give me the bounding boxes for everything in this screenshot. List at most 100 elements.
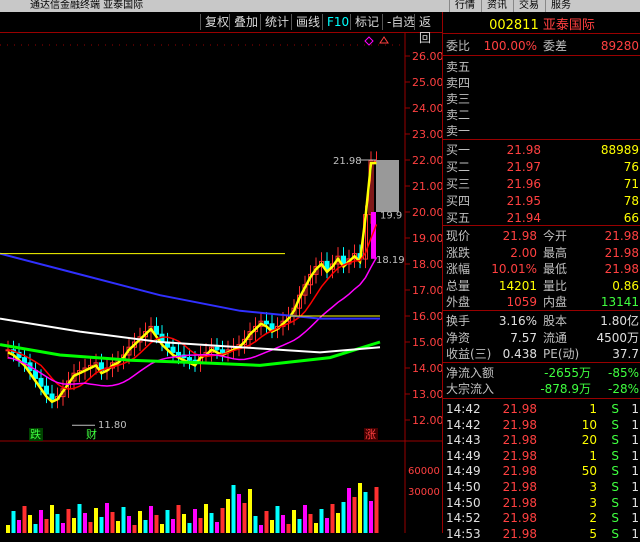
tick-volume: 1 xyxy=(589,402,597,416)
candle-body xyxy=(269,323,275,330)
tick-row[interactable]: 14:52 21.98 2 S 1 xyxy=(443,510,640,526)
volume-bar xyxy=(215,522,219,533)
quote-stat-row: 外盘 1059 内盘 13141 xyxy=(443,294,640,310)
buy-level-1[interactable]: 买二 21.97 76 xyxy=(443,159,640,175)
mark-button[interactable]: 标记 xyxy=(350,14,383,30)
sell-level-4[interactable]: 卖一 xyxy=(443,123,640,139)
tick-row[interactable]: 14:42 21.98 10 S 1 xyxy=(443,417,640,433)
low-price-marker: 11.80 xyxy=(98,420,127,431)
quote-stat-row: 涨幅 10.01% 最低 21.98 xyxy=(443,261,640,277)
tick-volume: 5 xyxy=(589,526,597,541)
overlay-button[interactable]: 叠加 xyxy=(229,14,262,30)
volume-bar xyxy=(352,497,357,533)
tick-row[interactable]: 14:53 21.98 5 S 1 xyxy=(443,526,640,542)
kline-chart[interactable]: 26.00 25.00 24.00 23.00 22.00 21.00 20.00 19.00… xyxy=(0,33,444,533)
volume-bar xyxy=(242,503,247,533)
price-tick-label: 23.00 xyxy=(412,128,442,141)
tick-price: 21.98 xyxy=(502,464,537,479)
menu-trade[interactable]: 交易 xyxy=(513,0,544,12)
window-title: 通达信金融终端 亚泰国际 xyxy=(30,0,144,11)
sell-level-label: 卖三 xyxy=(446,92,471,106)
volume-bar xyxy=(143,520,148,533)
volume-bar xyxy=(259,525,263,533)
price-tick-label: 15.00 xyxy=(412,336,442,349)
stock-name: 亚泰国际 xyxy=(542,18,595,33)
buy-level-0[interactable]: 买一 21.98 88989 xyxy=(443,142,640,158)
menu-news[interactable]: 资讯 xyxy=(481,0,512,12)
tick-time: 14:53 xyxy=(446,526,481,541)
stat-value: 0.438 xyxy=(502,347,537,361)
fundamental-row: 收益(三) 0.438 PE(动) 37.7 xyxy=(443,346,640,362)
tick-row[interactable]: 14:42 21.98 1 S 1 xyxy=(443,401,640,417)
volume-bar xyxy=(55,514,60,533)
price-tick-label: 12.00 xyxy=(412,414,442,427)
fundamental-row: 净资 7.57 流通 4500万 xyxy=(443,330,640,346)
high-price-marker: 21.98 xyxy=(333,156,362,167)
wei-bi-label: 委比 xyxy=(446,39,471,53)
buy-level-3[interactable]: 买四 21.95 78 xyxy=(443,193,640,209)
flow-label: 大宗流入 xyxy=(446,382,495,396)
volume-bar xyxy=(11,511,16,533)
buy-level-volume: 88989 xyxy=(600,143,639,157)
sell-level-label: 卖五 xyxy=(446,60,471,74)
quote-stat-row: 总量 14201 量比 0.86 xyxy=(443,278,640,294)
sell-level-2[interactable]: 卖三 xyxy=(443,91,640,107)
tick-side: S xyxy=(611,402,619,416)
volume-bar xyxy=(88,522,93,533)
candlesticks xyxy=(5,151,399,409)
tick-row[interactable]: 14:50 21.98 3 S 1 xyxy=(443,495,640,511)
stock-code: 002811 xyxy=(489,18,539,33)
menu-service[interactable]: 服务 xyxy=(545,0,576,12)
draw-line-button[interactable]: 画线 xyxy=(291,14,324,30)
volume-bar xyxy=(121,507,126,533)
stat-value: 21.98 xyxy=(604,262,639,276)
tick-time: 14:42 xyxy=(446,417,481,432)
volume-bar xyxy=(193,509,197,533)
price-tick-label: 17.00 xyxy=(412,284,442,297)
volume-bar xyxy=(39,510,43,533)
wei-cha-value: 89280 xyxy=(600,39,639,53)
buy-level-price: 21.96 xyxy=(506,177,541,191)
tick-price: 21.98 xyxy=(502,480,537,494)
tick-count: 1 xyxy=(631,511,639,526)
stat-value: 1059 xyxy=(506,295,537,309)
back-button[interactable]: 返回 xyxy=(414,14,442,45)
title-bar: 通达信金融终端 亚泰国际 行情 资讯 交易 服务 xyxy=(0,0,640,12)
candle-body xyxy=(22,357,27,364)
price-tick-label: 16.00 xyxy=(412,310,442,323)
buy-level-price: 21.97 xyxy=(506,160,541,174)
stat-value: 2.00 xyxy=(510,245,537,260)
menu-quotes[interactable]: 行情 xyxy=(449,0,480,12)
price-range-box xyxy=(376,160,399,212)
tick-count: 1 xyxy=(631,417,639,432)
flow-value: -878.9万 xyxy=(540,382,591,396)
buy-level-label: 买四 xyxy=(446,194,471,208)
flow-percent: -85% xyxy=(607,366,639,380)
kline-chart-svg[interactable]: 26.00 25.00 24.00 23.00 22.00 21.00 20.00 19.00… xyxy=(0,33,444,533)
volume-bar xyxy=(165,510,170,533)
tick-row[interactable]: 14:43 21.98 20 S 1 xyxy=(443,432,640,448)
tick-volume: 20 xyxy=(581,433,597,448)
tick-row[interactable]: 14:49 21.98 50 S 1 xyxy=(443,463,640,479)
f10-button[interactable]: F10 xyxy=(322,14,353,30)
volume-bar xyxy=(171,519,175,533)
tick-price: 21.98 xyxy=(502,526,537,541)
tick-time: 14:50 xyxy=(446,480,481,494)
tick-row[interactable]: 14:50 21.98 3 S 1 xyxy=(443,479,640,495)
triangle-icon xyxy=(379,36,389,44)
tick-row[interactable]: 14:49 21.98 1 S 1 xyxy=(443,448,640,464)
sell-level-0[interactable]: 卖五 xyxy=(443,59,640,75)
volume-bar xyxy=(220,508,225,533)
sell-level-label: 卖二 xyxy=(446,108,471,122)
buy-level-label: 买三 xyxy=(446,177,471,191)
volume-bar xyxy=(94,508,98,533)
buy-level-4[interactable]: 买五 21.94 66 xyxy=(443,210,640,226)
volume-bar xyxy=(6,525,10,533)
sell-level-3[interactable]: 卖二 xyxy=(443,107,640,123)
tick-side: S xyxy=(611,526,619,541)
sell-level-1[interactable]: 卖四 xyxy=(443,75,640,91)
stats-button[interactable]: 统计 xyxy=(260,14,293,30)
buy-level-2[interactable]: 买三 21.96 71 xyxy=(443,176,640,192)
volume-bar xyxy=(72,518,76,533)
volume-bar xyxy=(110,512,115,533)
